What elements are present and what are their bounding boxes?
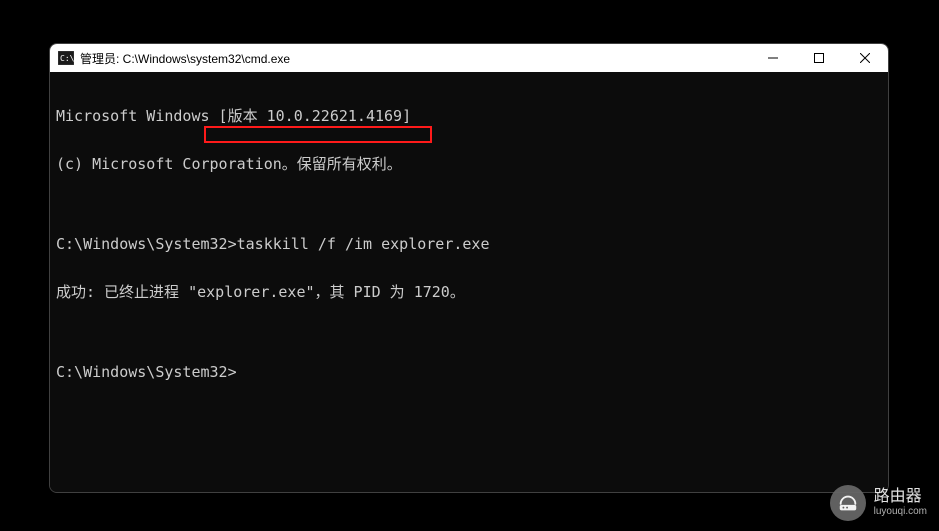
maximize-icon xyxy=(814,53,824,63)
prompt: C:\Windows\System32> xyxy=(56,235,237,253)
terminal-line: Microsoft Windows [版本 10.0.22621.4169] xyxy=(56,108,882,124)
entered-command: taskkill /f /im explorer.exe xyxy=(237,235,490,253)
terminal-command-line: C:\Windows\System32>taskkill /f /im expl… xyxy=(56,236,882,252)
watermark: 路由器 luyouqi.com xyxy=(830,485,927,521)
router-icon xyxy=(830,485,866,521)
window-title: 管理员: C:\Windows\system32\cmd.exe xyxy=(80,50,750,67)
terminal-prompt-line: C:\Windows\System32> xyxy=(56,364,882,380)
window-controls xyxy=(750,44,888,72)
minimize-icon xyxy=(768,53,778,63)
annotation-highlight xyxy=(204,126,432,143)
watermark-text: 路由器 luyouqi.com xyxy=(874,489,927,517)
watermark-sub: luyouqi.com xyxy=(874,507,927,517)
close-icon xyxy=(860,53,870,63)
cmd-window: C:\ 管理员: C:\Windows\system32\cmd.exe xyxy=(49,43,889,493)
terminal-area[interactable]: Microsoft Windows [版本 10.0.22621.4169] (… xyxy=(50,72,888,492)
terminal-line: (c) Microsoft Corporation。保留所有权利。 xyxy=(56,156,882,172)
maximize-button[interactable] xyxy=(796,44,842,72)
close-button[interactable] xyxy=(842,44,888,72)
watermark-title: 路由器 xyxy=(874,489,927,505)
cmd-icon: C:\ xyxy=(58,50,74,66)
titlebar[interactable]: C:\ 管理员: C:\Windows\system32\cmd.exe xyxy=(50,44,888,72)
terminal-result: 成功: 已终止进程 "explorer.exe"，其 PID 为 1720。 xyxy=(56,284,882,300)
minimize-button[interactable] xyxy=(750,44,796,72)
svg-text:C:\: C:\ xyxy=(60,54,74,63)
